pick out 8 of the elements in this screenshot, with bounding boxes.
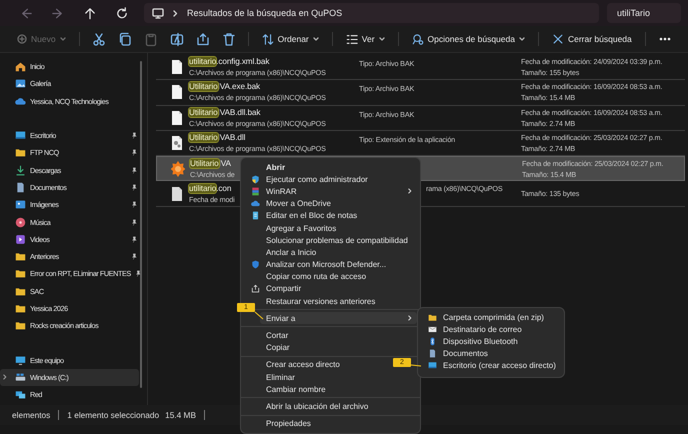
file-name: UtilitarioIVA.exe.bak <box>189 82 260 92</box>
status-text: 15.4 MB <box>165 410 196 420</box>
file-name: utilitario.con <box>189 184 232 193</box>
status-text: elementos <box>12 410 50 420</box>
file-name: UtilitarioIVAB.dll.bak <box>189 108 260 117</box>
file-name: utilitario.config.xml.bak <box>189 57 270 66</box>
status-text: 1 elemento seleccionado <box>67 410 160 420</box>
file-name: UtilitarioIVAB.dll <box>189 133 246 142</box>
